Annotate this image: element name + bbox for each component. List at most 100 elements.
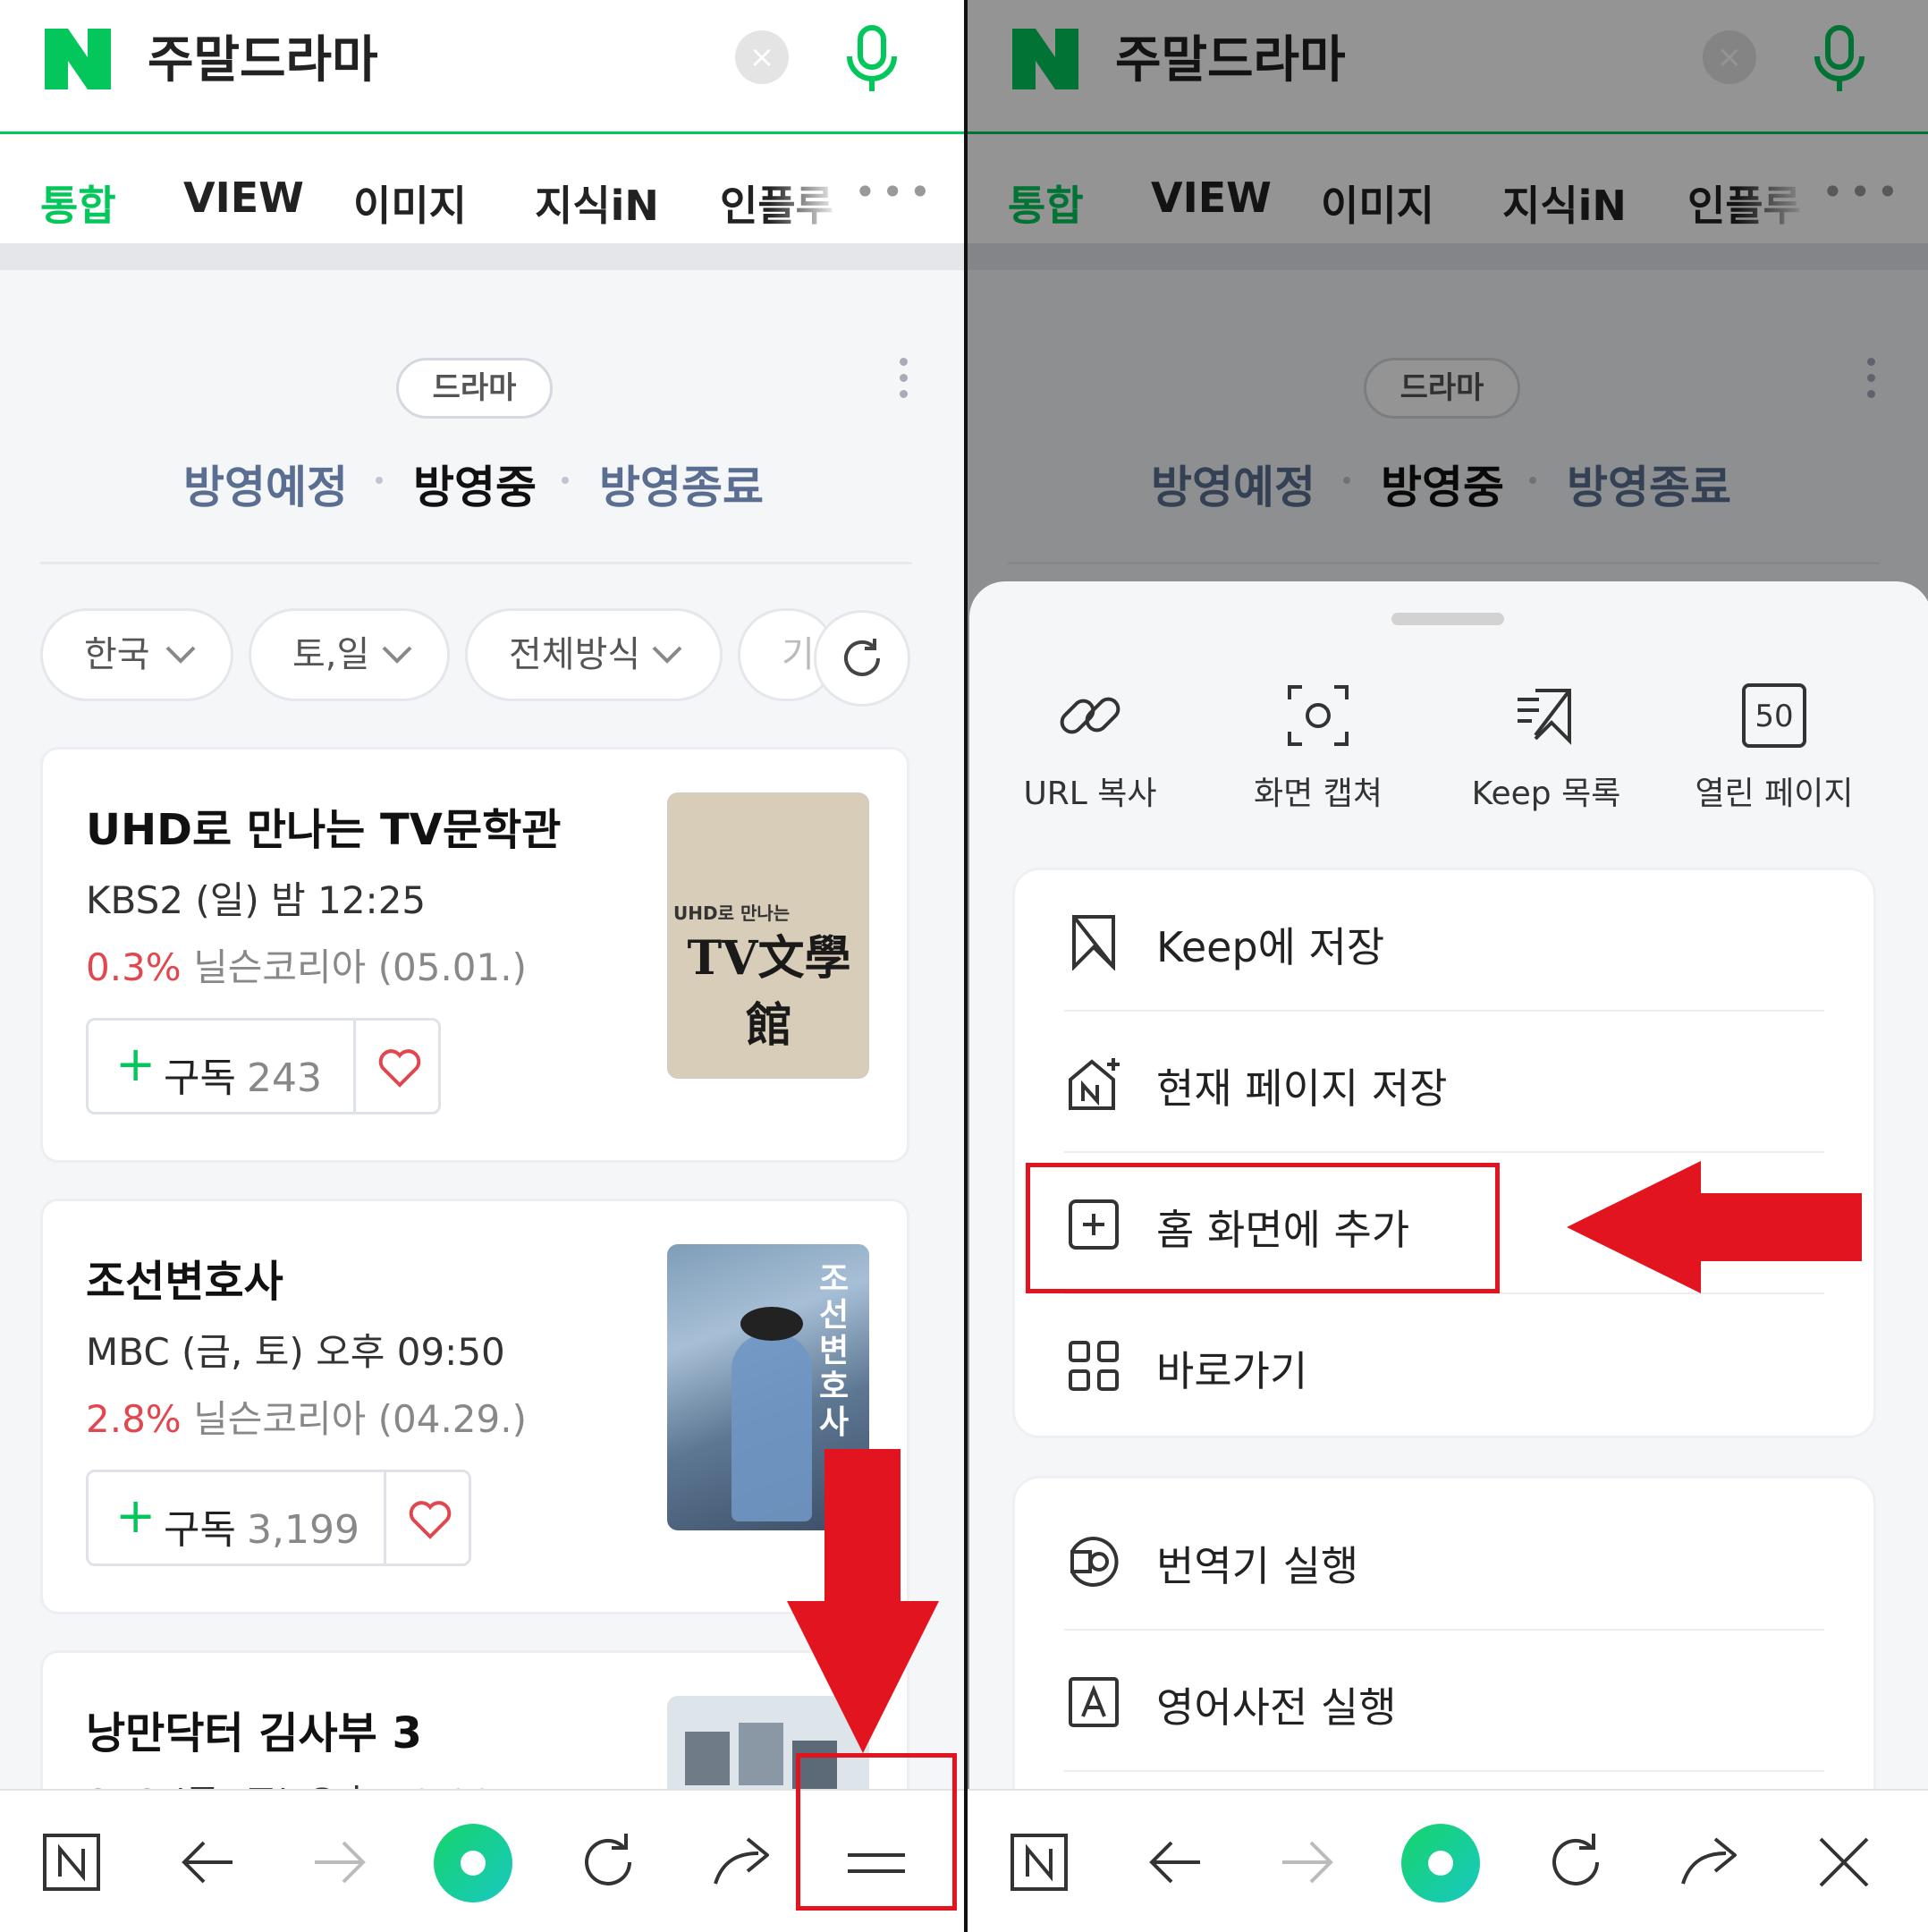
back-arrow-icon[interactable] <box>1139 1826 1211 1898</box>
chevron-down-icon <box>652 646 682 664</box>
subscribe-label: 구독 3,199 <box>164 1507 359 1553</box>
clear-search-button[interactable]: × <box>735 30 789 84</box>
screen-capture-icon <box>1288 685 1349 746</box>
status-separator <box>376 477 383 484</box>
quick-action-label: 열린 페이지 <box>1695 775 1854 812</box>
naver-home-icon[interactable] <box>1003 1826 1075 1898</box>
menu-group-save: Keep에 저장 현재 페이지 저장 홈 화면에 추가 바로가기 <box>1012 868 1876 1438</box>
filter-label: 토,일 <box>292 634 370 675</box>
green-dot-icon[interactable] <box>433 1823 513 1903</box>
section-divider <box>40 562 912 564</box>
menu-group-tools: 번역기 실행 영어사전 실행 <box>1012 1476 1876 1834</box>
shortcut-grid-icon <box>1069 1341 1119 1391</box>
svg-text:50: 50 <box>1755 699 1793 734</box>
share-icon[interactable] <box>1674 1826 1746 1898</box>
heart-icon <box>409 1501 452 1539</box>
filter-broadcast[interactable]: 전체방식 <box>465 608 723 701</box>
open-pages-icon: 50 <box>1742 683 1806 748</box>
subscriber-count: 3,199 <box>246 1507 359 1553</box>
status-separator <box>562 477 569 484</box>
annotation-highlight-add-home <box>1026 1163 1500 1293</box>
menu-item-dictionary[interactable]: 영어사전 실행 <box>1015 1631 1873 1772</box>
like-button[interactable] <box>353 1021 441 1112</box>
quick-action-label: 화면 캡쳐 <box>1254 775 1383 812</box>
tab-view[interactable]: VIEW <box>183 174 304 222</box>
search-query[interactable]: 주말드라마 <box>148 20 378 92</box>
subscribe-button[interactable]: + 구독 243 <box>86 1018 441 1114</box>
search-header: 주말드라마 × <box>0 0 966 134</box>
microphone-icon[interactable] <box>836 22 908 94</box>
keep-list-button[interactable]: Keep 목록 <box>1457 680 1636 814</box>
tab-knowledge[interactable]: 지식iN <box>535 174 659 233</box>
share-icon[interactable] <box>706 1826 778 1898</box>
drama-rating: 2.8% 닐슨코리아 (04.29.) <box>86 1397 527 1441</box>
search-tabs: 통합 VIEW 이미지 지식iN 인플루 ••• <box>0 134 966 270</box>
copy-url-button[interactable]: URL 복사 <box>1001 680 1180 814</box>
more-tabs-icon[interactable]: ••• <box>854 170 936 214</box>
link-icon <box>1060 697 1120 734</box>
keep-list-icon <box>1518 689 1571 745</box>
menu-item-translate[interactable]: 번역기 실행 <box>1015 1489 1873 1631</box>
annotation-arrow-down <box>787 1449 939 1753</box>
drama-card[interactable]: UHD로 만나는 TV문학관 KBS2 (일) 밤 12:25 0.3% 닐슨코… <box>40 747 909 1163</box>
drama-poster[interactable]: UHD로 만나는 TV文學館 <box>667 792 869 1079</box>
save-page-icon <box>1069 1058 1120 1110</box>
status-ended[interactable]: 방영종료 <box>599 452 764 516</box>
status-upcoming[interactable]: 방영예정 <box>183 452 348 516</box>
back-arrow-icon[interactable] <box>172 1826 243 1898</box>
close-icon[interactable] <box>1808 1826 1880 1898</box>
chevron-down-icon <box>382 646 412 664</box>
drama-rating: 0.3% 닐슨코리아 (05.01.) <box>86 945 527 989</box>
open-pages-button[interactable]: 50 열린 페이지 <box>1685 680 1864 814</box>
refresh-icon <box>844 639 880 676</box>
drama-title[interactable]: UHD로 만나는 TV문학관 <box>86 794 561 857</box>
drama-title[interactable]: 조선변호사 <box>86 1246 283 1309</box>
tab-integrated[interactable]: 통합 <box>40 174 116 233</box>
plus-icon: + <box>115 1487 156 1544</box>
subscribe-label: 구독 243 <box>164 1055 322 1101</box>
quick-action-label: Keep 목록 <box>1471 775 1621 812</box>
annotation-highlight-menu <box>796 1753 957 1911</box>
annotation-arrow-left <box>1567 1161 1862 1293</box>
more-options-icon[interactable] <box>894 358 912 402</box>
chevron-down-icon <box>165 646 196 664</box>
screen-capture-button[interactable]: 화면 캡쳐 <box>1229 680 1408 814</box>
filter-label: 한국 <box>84 634 150 675</box>
sheet-drag-handle[interactable] <box>1391 613 1504 625</box>
heart-icon <box>378 1049 421 1088</box>
like-button[interactable] <box>384 1472 471 1563</box>
quick-action-label: URL 복사 <box>1023 775 1157 812</box>
green-dot-icon[interactable] <box>1400 1823 1481 1903</box>
tab-images[interactable]: 이미지 <box>353 174 467 233</box>
forward-arrow-icon[interactable] <box>1272 1826 1343 1898</box>
drama-title[interactable]: 낭만닥터 김사부 3 <box>86 1698 422 1760</box>
browser-screen-left: 주말드라마 × 통합 VIEW 이미지 지식iN 인플루 ••• 드라마 방영예… <box>0 0 966 1932</box>
reload-icon[interactable] <box>1540 1826 1611 1898</box>
subscriber-count: 243 <box>246 1055 322 1101</box>
reload-icon[interactable] <box>572 1826 644 1898</box>
refresh-filter-button[interactable] <box>814 610 910 707</box>
filter-label: 전체방식 <box>509 634 641 675</box>
drama-chip[interactable]: 드라마 <box>396 358 553 419</box>
bookmark-icon <box>1072 915 1115 970</box>
filter-label: 기 <box>782 634 815 675</box>
plus-icon: + <box>115 1036 156 1092</box>
forward-arrow-icon[interactable] <box>304 1826 376 1898</box>
naver-home-icon[interactable] <box>36 1826 107 1898</box>
menu-item-keep[interactable]: Keep에 저장 <box>1015 870 1873 1012</box>
status-airing[interactable]: 방영중 <box>413 452 537 516</box>
filter-country[interactable]: 한국 <box>40 608 233 701</box>
translate-icon <box>1070 1537 1119 1587</box>
filter-day[interactable]: 토,일 <box>249 608 450 701</box>
dictionary-icon <box>1069 1677 1119 1727</box>
menu-item-save-page[interactable]: 현재 페이지 저장 <box>1015 1012 1873 1153</box>
bottom-toolbar <box>968 1789 1928 1932</box>
menu-item-shortcuts[interactable]: 바로가기 <box>1015 1294 1873 1436</box>
naver-logo[interactable] <box>45 29 111 89</box>
drama-schedule: KBS2 (일) 밤 12:25 <box>86 878 427 922</box>
drama-card[interactable]: 조선변호사 MBC (금, 토) 오후 09:50 2.8% 닐슨코리아 (04… <box>40 1199 909 1614</box>
subscribe-button[interactable]: + 구독 3,199 <box>86 1470 471 1566</box>
drama-schedule: MBC (금, 토) 오후 09:50 <box>86 1330 505 1374</box>
tab-fade <box>769 134 841 242</box>
browser-screen-right: 주말드라마 × 통합 VIEW 이미지 지식iN 인플루 ••• 드라마 방영예… <box>968 0 1928 1932</box>
